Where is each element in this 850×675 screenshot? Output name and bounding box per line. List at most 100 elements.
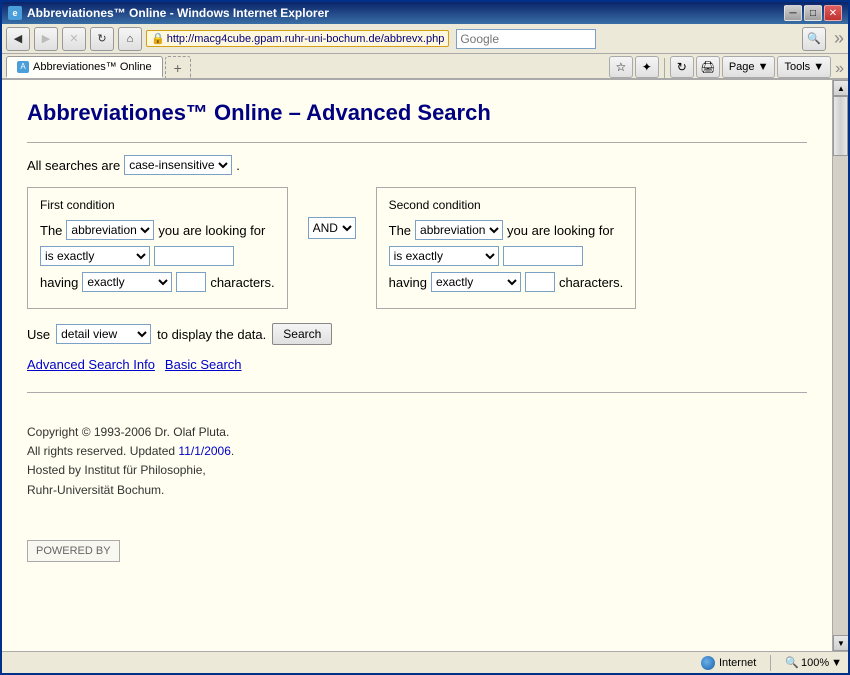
second-condition-select[interactable]: is exactly contains starts with ends wit…	[389, 246, 499, 266]
zoom-level: 100%	[801, 657, 829, 669]
favorites-button[interactable]: ☆	[609, 56, 633, 78]
tab-favicon: A	[17, 61, 29, 73]
links-row: Advanced Search Info Basic Search	[27, 357, 807, 372]
conditions-row: First condition The abbreviation expansi…	[27, 187, 807, 309]
maximize-button[interactable]: □	[804, 5, 822, 21]
ie-icon: e	[8, 6, 22, 20]
tools-menu-button[interactable]: Tools ▼	[777, 56, 831, 78]
tabs-bar: A Abbreviationes™ Online + ☆ ✦ ↻ 🖨 Page …	[2, 54, 848, 80]
address-icon: 🔒 http://macg4cube.gpam.ruhr-uni-bochum.…	[146, 30, 449, 47]
display-suffix: to display the data.	[157, 327, 266, 342]
scroll-track[interactable]	[833, 96, 848, 635]
minimize-button[interactable]: ─	[784, 5, 802, 21]
google-search-input[interactable]	[456, 29, 596, 49]
close-button[interactable]: ✕	[824, 5, 842, 21]
window-title: Abbreviationes™ Online - Windows Interne…	[27, 6, 329, 20]
first-characters-label: characters.	[210, 275, 274, 290]
nav-search-button[interactable]: 🔍	[802, 27, 826, 51]
copyright-line3: Hosted by Institut für Philosophie,	[27, 461, 807, 480]
first-char-count-select[interactable]: exactly at most at least	[82, 272, 172, 292]
divider-2	[27, 392, 807, 393]
first-the-label: The	[40, 223, 62, 238]
active-tab[interactable]: A Abbreviationes™ Online	[6, 56, 163, 78]
copyright-all-rights: All rights reserved. Updated	[27, 444, 178, 458]
zone-label: Internet	[719, 657, 756, 669]
copyright-period: .	[231, 444, 234, 458]
second-condition-title: Second condition	[389, 198, 624, 212]
address-icon-symbol: 🔒	[151, 32, 165, 45]
copyright-section: Copyright © 1993-2006 Dr. Olaf Pluta. Al…	[27, 423, 807, 500]
first-condition-chars-row: having exactly at most at least characte…	[40, 272, 275, 292]
status-separator	[770, 655, 771, 671]
case-sensitivity-select[interactable]: case-insensitive	[124, 155, 232, 175]
page-menu-label: Page ▼	[729, 61, 769, 73]
copyright-line4: Ruhr-Universität Bochum.	[27, 481, 807, 500]
status-zone: Internet	[701, 656, 756, 670]
internet-icon	[701, 656, 715, 670]
toolbar-sep-1	[664, 58, 665, 78]
refresh-button[interactable]: ↻	[90, 27, 114, 51]
first-search-input[interactable]	[154, 246, 234, 266]
first-having-label: having	[40, 275, 78, 290]
home-button[interactable]: ⌂	[118, 27, 142, 51]
add-favorites-button[interactable]: ✦	[635, 56, 659, 78]
more-options-button[interactable]: »	[834, 28, 844, 49]
first-condition-title: First condition	[40, 198, 275, 212]
copyright-line1: Copyright © 1993-2006 Dr. Olaf Pluta.	[27, 423, 807, 442]
second-condition-chars-row: having exactly at most at least characte…	[389, 272, 624, 292]
zoom-arrow: ▼	[831, 657, 842, 669]
print-button[interactable]: 🖨	[696, 56, 720, 78]
scrollbar[interactable]: ▲ ▼	[832, 80, 848, 651]
first-field-select[interactable]: abbreviation expansion note	[66, 220, 154, 240]
connector-select[interactable]: AND OR	[308, 217, 356, 239]
advanced-search-info-link[interactable]: Advanced Search Info	[27, 357, 155, 372]
forward-button[interactable]: ▶	[34, 27, 58, 51]
second-condition-value-row: is exactly contains starts with ends wit…	[389, 246, 624, 266]
tools-menu-label: Tools ▼	[784, 61, 824, 73]
second-having-label: having	[389, 275, 427, 290]
nav-bar: ◀ ▶ ✕ ↻ ⌂ 🔒 http://macg4cube.gpam.ruhr-u…	[2, 24, 848, 54]
second-char-count-input[interactable]	[525, 272, 555, 292]
address-bar-url[interactable]: http://macg4cube.gpam.ruhr-uni-bochum.de…	[167, 33, 445, 45]
refresh-page-button[interactable]: ↻	[670, 56, 694, 78]
divider-1	[27, 142, 807, 143]
second-characters-label: characters.	[559, 275, 623, 290]
content-area: Abbreviationes™ Online – Advanced Search…	[2, 80, 848, 651]
first-condition-select[interactable]: is exactly contains starts with ends wit…	[40, 246, 150, 266]
toolbar-more-button[interactable]: »	[835, 60, 844, 78]
second-condition-box: Second condition The abbreviation expans…	[376, 187, 637, 309]
first-char-count-input[interactable]	[176, 272, 206, 292]
second-search-input[interactable]	[503, 246, 583, 266]
copyright-date: 11/1/2006	[178, 444, 231, 458]
connector-box: AND OR	[308, 187, 356, 239]
title-bar-buttons: ─ □ ✕	[784, 5, 842, 21]
powered-by-box: POWERED BY	[27, 540, 120, 562]
zoom-control[interactable]: 🔍 100% ▼	[785, 656, 842, 669]
tab-label: Abbreviationes™ Online	[33, 61, 152, 73]
new-tab-button[interactable]: +	[165, 56, 191, 78]
second-the-label: The	[389, 223, 411, 238]
first-condition-box: First condition The abbreviation expansi…	[27, 187, 288, 309]
page-menu-button[interactable]: Page ▼	[722, 56, 776, 78]
second-field-select[interactable]: abbreviation expansion note	[415, 220, 503, 240]
basic-search-link[interactable]: Basic Search	[165, 357, 242, 372]
use-label: Use	[27, 327, 50, 342]
title-bar-left: e Abbreviationes™ Online - Windows Inter…	[8, 6, 329, 20]
display-select[interactable]: detail view compact view list view	[56, 324, 151, 344]
page-content: Abbreviationes™ Online – Advanced Search…	[2, 80, 832, 651]
stop-button[interactable]: ✕	[62, 27, 86, 51]
second-condition-field-row: The abbreviation expansion note you are …	[389, 220, 624, 240]
powered-by-label: POWERED BY	[36, 545, 111, 557]
scroll-up-arrow[interactable]: ▲	[833, 80, 848, 96]
browser-window: e Abbreviationes™ Online - Windows Inter…	[0, 0, 850, 675]
search-button[interactable]: Search	[272, 323, 332, 345]
status-right: Internet 🔍 100% ▼	[701, 655, 842, 671]
zoom-icon: 🔍	[785, 656, 799, 669]
first-condition-field-row: The abbreviation expansion note you are …	[40, 220, 275, 240]
back-button[interactable]: ◀	[6, 27, 30, 51]
use-row: Use detail view compact view list view t…	[27, 323, 807, 345]
scroll-thumb[interactable]	[833, 96, 848, 156]
second-char-count-select[interactable]: exactly at most at least	[431, 272, 521, 292]
status-bar: Internet 🔍 100% ▼	[2, 651, 848, 673]
scroll-down-arrow[interactable]: ▼	[833, 635, 848, 651]
